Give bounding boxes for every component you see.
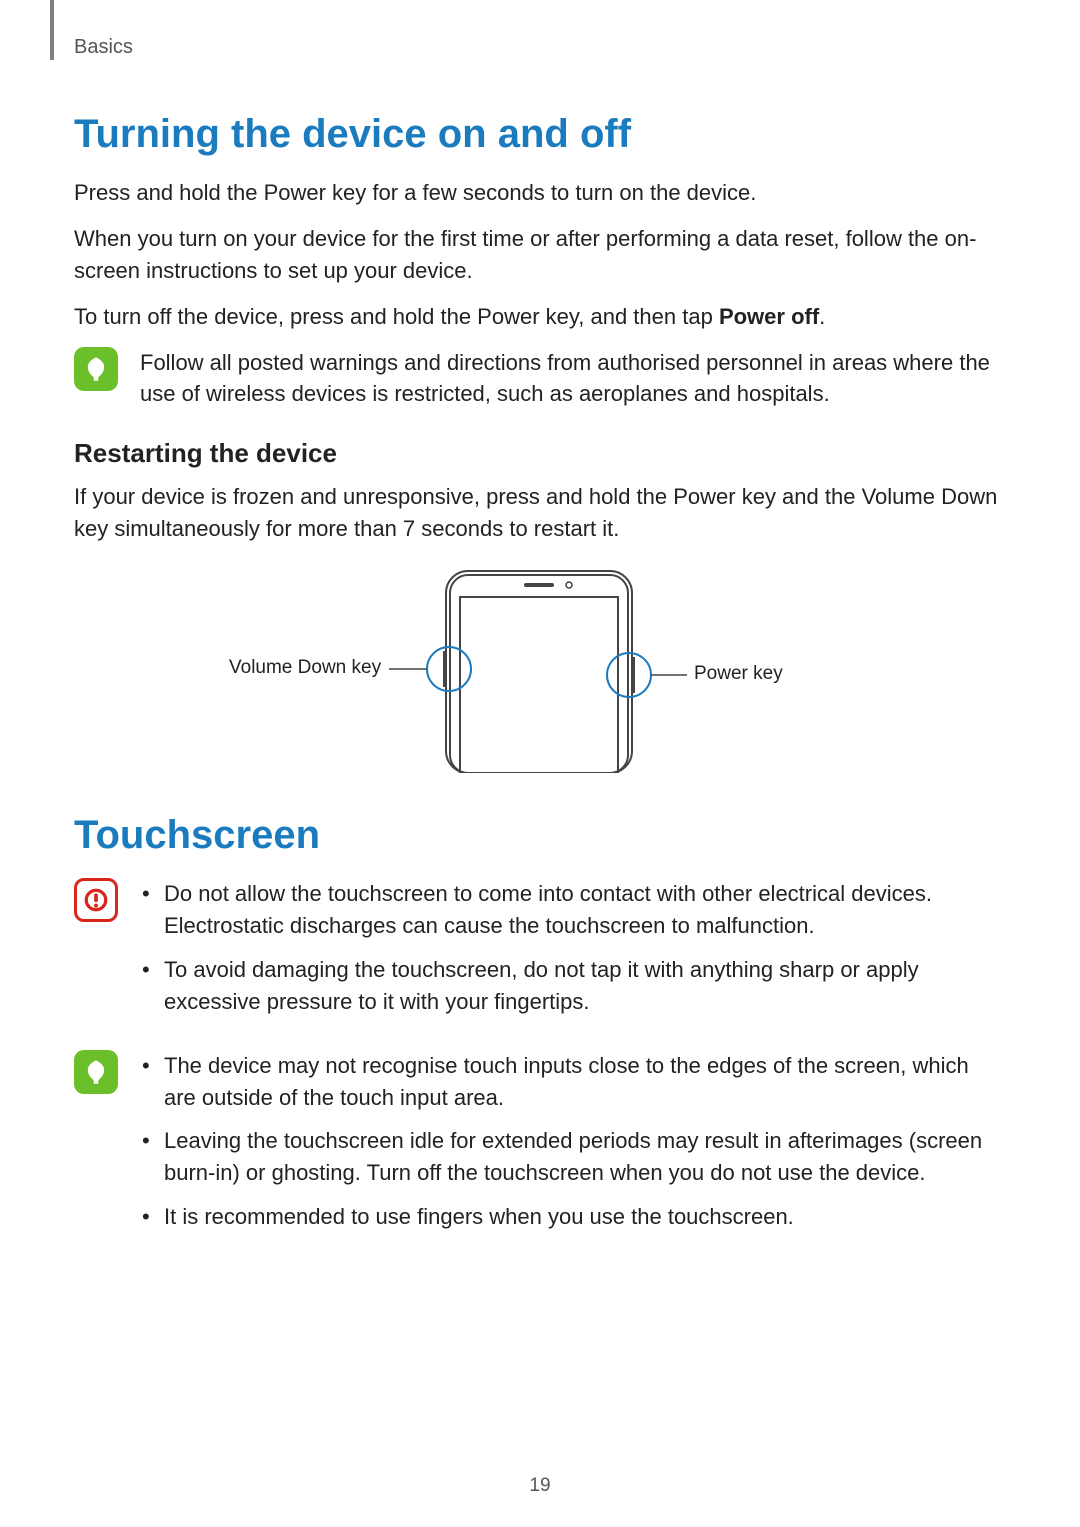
note-icon-2 <box>74 1050 118 1094</box>
page-tab-mark <box>50 0 54 60</box>
para-turn-off: To turn off the device, press and hold t… <box>74 301 1004 333</box>
touch-note-list: The device may not recognise touch input… <box>140 1050 1004 1233</box>
touch-note-body: The device may not recognise touch input… <box>140 1050 1004 1245</box>
page: Basics Turning the device on and off Pre… <box>0 0 1080 1527</box>
breadcrumb: Basics <box>74 36 133 59</box>
touch-note-item-2: Leaving the touchscreen idle for extende… <box>140 1125 1004 1189</box>
caution-icon <box>74 878 118 922</box>
para-turn-off-c: . <box>819 304 825 329</box>
heading-touchscreen: Touchscreen <box>74 813 1004 858</box>
para-turn-off-a: To turn off the device, press and hold t… <box>74 304 719 329</box>
touch-note-row: The device may not recognise touch input… <box>74 1050 1004 1245</box>
diagram-label-power-key: Power key <box>694 663 783 685</box>
touch-note-item-1: The device may not recognise touch input… <box>140 1050 1004 1114</box>
device-diagram: Volume Down key Power key <box>139 563 939 773</box>
content: Turning the device on and off Press and … <box>74 100 1004 1265</box>
note-body: Follow all posted warnings and direction… <box>140 347 1004 411</box>
page-number: 19 <box>0 1475 1080 1497</box>
para-turn-off-bold: Power off <box>719 304 819 329</box>
caution-item-1: Do not allow the touchscreen to come int… <box>140 878 1004 942</box>
para-restart: If your device is frozen and unresponsiv… <box>74 481 1004 545</box>
note-text: Follow all posted warnings and direction… <box>140 347 1004 411</box>
heading-restarting: Restarting the device <box>74 438 1004 469</box>
heading-turning-on-off: Turning the device on and off <box>74 112 1004 157</box>
para-setup: When you turn on your device for the fir… <box>74 223 1004 287</box>
caution-list: Do not allow the touchscreen to come int… <box>140 878 1004 1018</box>
note-icon <box>74 347 118 391</box>
diagram-label-volume-down: Volume Down key <box>229 657 381 679</box>
note-warning-row: Follow all posted warnings and direction… <box>74 347 1004 411</box>
touch-note-item-3: It is recommended to use fingers when yo… <box>140 1201 1004 1233</box>
caution-item-2: To avoid damaging the touchscreen, do no… <box>140 954 1004 1018</box>
caution-row: Do not allow the touchscreen to come int… <box>74 878 1004 1030</box>
para-turn-on: Press and hold the Power key for a few s… <box>74 177 1004 209</box>
caution-body: Do not allow the touchscreen to come int… <box>140 878 1004 1030</box>
